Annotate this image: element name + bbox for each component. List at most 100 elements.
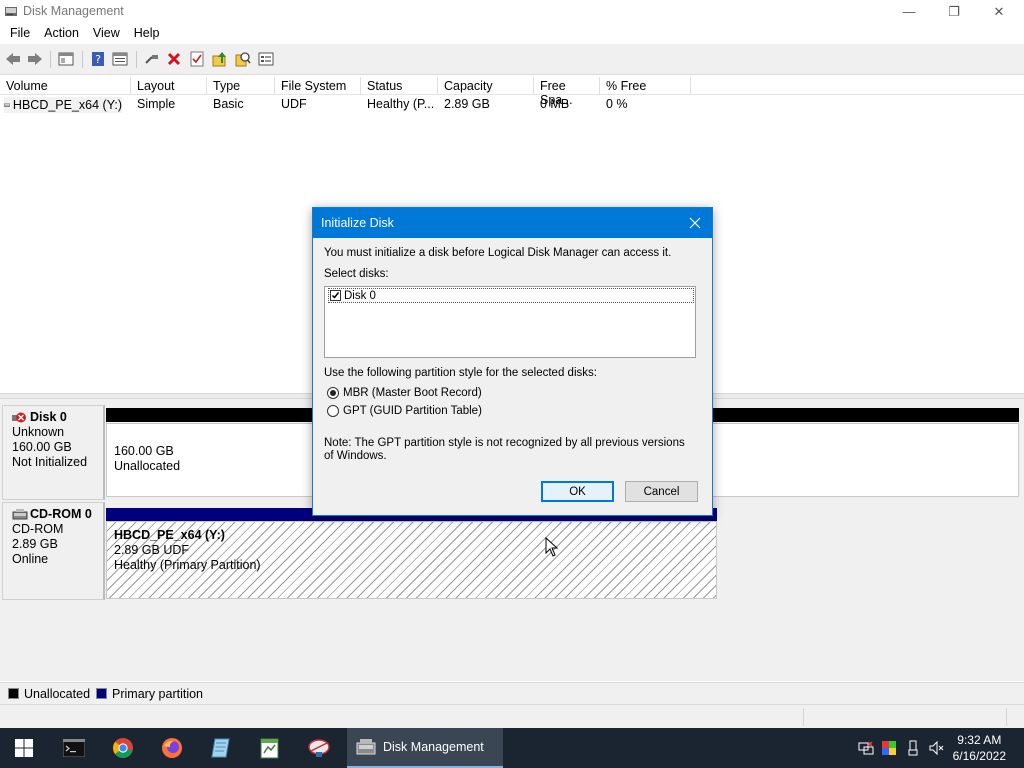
volume-type: Basic xyxy=(213,97,244,111)
svg-text:?: ? xyxy=(95,53,101,66)
list-item[interactable]: Disk 0 xyxy=(328,288,694,303)
minimize-button[interactable]: — xyxy=(886,0,932,23)
checkmark-icon xyxy=(331,292,340,299)
title-bar: Disk Management — ❐ ✕ xyxy=(0,0,1024,23)
check-icon[interactable] xyxy=(188,50,206,68)
menu-view[interactable]: View xyxy=(86,23,127,44)
gpt-radio[interactable] xyxy=(327,405,339,417)
taskbar-firefox[interactable] xyxy=(150,728,194,768)
legend-unallocated-label: Unallocated xyxy=(24,686,91,701)
legend-unallocated-swatch xyxy=(8,688,19,699)
disk-0-size: 160.00 GB xyxy=(12,440,72,454)
usb-tray-icon[interactable] xyxy=(905,740,921,756)
settings-icon[interactable] xyxy=(257,50,275,68)
disk-0-checkbox[interactable] xyxy=(330,290,341,301)
gpt-label: GPT (GUID Partition Table) xyxy=(343,405,482,417)
console-tree-icon[interactable] xyxy=(57,50,75,68)
delete-icon[interactable] xyxy=(165,50,183,68)
volume-file-system: UDF xyxy=(281,97,307,111)
disk-0-name: Disk 0 xyxy=(30,410,67,424)
close-window-button[interactable]: ✕ xyxy=(976,0,1022,23)
menu-help[interactable]: Help xyxy=(127,23,167,44)
column-header-layout[interactable]: Layout xyxy=(131,77,207,95)
gpt-note: Note: The GPT partition style is not rec… xyxy=(324,437,685,462)
legend-primary-swatch xyxy=(96,688,108,699)
disk-select-list[interactable]: Disk 0 xyxy=(324,286,696,358)
volume-free-space: 0 MB xyxy=(540,97,570,111)
ok-button[interactable]: OK xyxy=(541,481,614,502)
restore-button[interactable]: ❐ xyxy=(931,0,977,23)
up-icon[interactable] xyxy=(211,50,229,68)
clock-date: 6/16/2022 xyxy=(952,749,1006,763)
volume-layout: Simple xyxy=(137,97,176,111)
disk-0-state: Not Initialized xyxy=(12,455,88,469)
close-icon: ✕ xyxy=(993,3,1005,19)
cdrom-0-label[interactable]: CD-ROM 0 CD-ROM 2.89 GB Online xyxy=(2,502,105,600)
column-header-free-space[interactable]: Free Spa... xyxy=(534,77,600,107)
table-row[interactable]: HBCD_PE_x64 (Y:) Simple Basic UDF Health… xyxy=(0,96,1024,114)
column-header-status[interactable]: Status xyxy=(361,77,438,95)
properties-icon[interactable] xyxy=(111,50,129,68)
disk-0-kind: Unknown xyxy=(12,425,65,439)
notepad-icon xyxy=(211,738,230,758)
status-bar xyxy=(0,704,1024,728)
back-icon[interactable] xyxy=(4,50,22,68)
mbr-radio[interactable] xyxy=(327,387,339,399)
disk-0-item-label: Disk 0 xyxy=(344,289,376,302)
taskbar-cmd[interactable] xyxy=(52,728,96,768)
mbr-label: MBR (Master Boot Record) xyxy=(343,387,482,399)
cdrom-0-partition[interactable]: HBCD_PE_x64 (Y:) 2.89 GB UDF Healthy (Pr… xyxy=(106,508,717,599)
menu-bar: File Action View Help xyxy=(0,23,1024,44)
clock-time: 9:32 AM xyxy=(957,733,1002,747)
network-tray-icon[interactable] xyxy=(858,740,874,756)
dialog-intro-text: You must initialize a disk before Logica… xyxy=(324,247,672,259)
toolbar: ? xyxy=(0,44,1024,75)
taskbar: Disk Management 9:32 AM 6/16/2022 xyxy=(0,728,1024,768)
dialog-title-bar: Initialize Disk xyxy=(313,208,712,238)
taskbar-notepad[interactable] xyxy=(199,728,243,768)
cdrom-0-name: CD-ROM 0 xyxy=(30,507,92,521)
initialize-disk-dialog: Initialize Disk You must initialize a di… xyxy=(312,207,713,516)
start-button[interactable] xyxy=(0,728,48,768)
column-header-volume[interactable]: Volume xyxy=(0,77,131,95)
minimize-icon: — xyxy=(902,4,916,19)
taskbar-disk-management[interactable]: Disk Management xyxy=(347,728,503,768)
volume-status: Healthy (P... xyxy=(367,97,435,111)
close-icon xyxy=(689,217,701,229)
cdrom-0-partition-status: Healthy (Primary Partition) xyxy=(114,558,261,572)
cdrom-0-partition-title: HBCD_PE_x64 (Y:) xyxy=(114,528,225,542)
taskbar-chrome[interactable] xyxy=(101,728,145,768)
disk-0-label[interactable]: Disk 0 Unknown 160.00 GB Not Initialized xyxy=(2,405,105,500)
column-header-type[interactable]: Type xyxy=(207,77,275,95)
cdrom-drive-icon xyxy=(12,509,28,520)
column-header-file-system[interactable]: File System xyxy=(275,77,361,95)
chrome-icon xyxy=(113,738,133,758)
disk-management-icon xyxy=(356,739,376,755)
taskbar-network-tool[interactable] xyxy=(297,728,341,768)
restore-icon: ❐ xyxy=(948,3,960,19)
gpt-option[interactable]: GPT (GUID Partition Table) xyxy=(327,405,482,417)
dialog-close-button[interactable] xyxy=(684,212,706,234)
menu-file[interactable]: File xyxy=(3,23,37,44)
forward-icon[interactable] xyxy=(26,50,44,68)
mouse-cursor-icon xyxy=(545,537,559,557)
dialog-title: Initialize Disk xyxy=(321,216,394,230)
cdrom-0-state: Online xyxy=(12,552,49,566)
volume-muted-icon[interactable] xyxy=(928,740,944,756)
column-header-percent-free[interactable]: % Free xyxy=(600,77,691,95)
legend-primary-label: Primary partition xyxy=(112,686,204,701)
legend: Unallocated Primary partition xyxy=(0,682,1024,704)
menu-action[interactable]: Action xyxy=(37,23,86,44)
mbr-option[interactable]: MBR (Master Boot Record) xyxy=(327,387,482,399)
taskbar-editor[interactable] xyxy=(248,728,292,768)
cmd-icon xyxy=(63,739,85,757)
column-header-capacity[interactable]: Capacity xyxy=(438,77,534,95)
volume-name: HBCD_PE_x64 (Y:) xyxy=(12,98,122,112)
system-clock[interactable]: 9:32 AM 6/16/2022 xyxy=(953,732,1006,764)
display-tray-icon[interactable] xyxy=(881,740,897,756)
search-icon[interactable] xyxy=(234,50,252,68)
cdrom-0-partition-detail: 2.89 GB UDF xyxy=(114,543,190,557)
help-icon[interactable]: ? xyxy=(89,50,107,68)
connect-icon[interactable] xyxy=(143,50,161,68)
cancel-button[interactable]: Cancel xyxy=(625,481,698,502)
